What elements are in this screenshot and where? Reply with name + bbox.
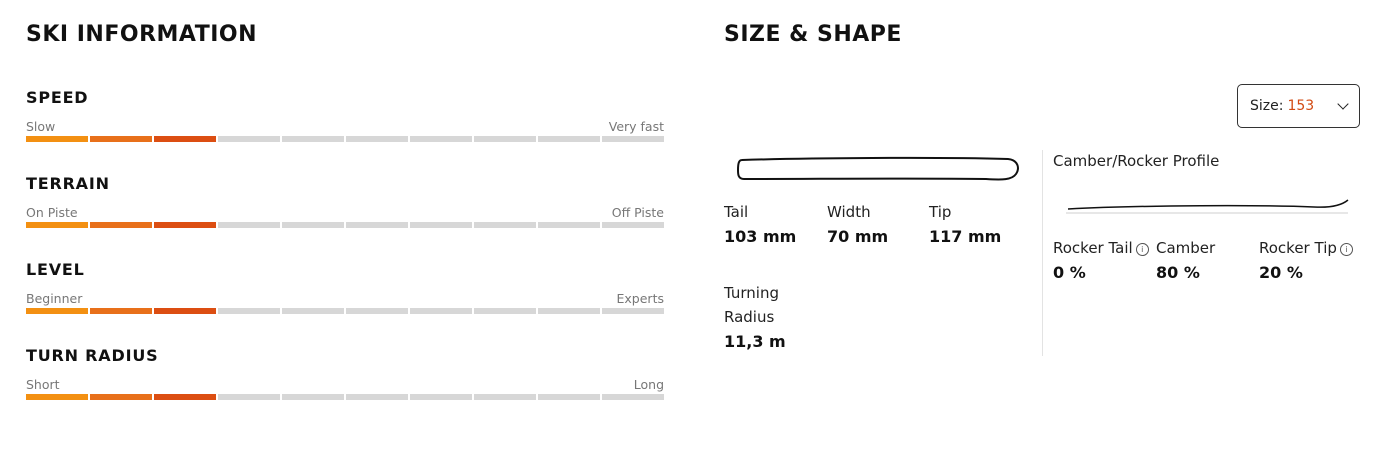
rocker-tail-label: Rocker Tail	[1053, 239, 1133, 257]
metric-turn-radius: TURN RADIUS Short Long	[26, 346, 664, 400]
width-label: Width	[827, 203, 871, 221]
rating-segment-empty	[538, 136, 600, 142]
rating-segment-empty	[410, 222, 472, 228]
camber-spec: Camber 80 %	[1156, 236, 1215, 286]
rating-bar	[26, 136, 664, 142]
rocker-tail-value: 0 %	[1053, 263, 1086, 282]
width-value: 70 mm	[827, 227, 889, 246]
width-spec: Width 70 mm	[827, 200, 888, 250]
rating-segment-empty	[538, 308, 600, 314]
rating-segment-filled	[154, 222, 216, 228]
scale-high-label: Experts	[616, 291, 664, 306]
camber-label: Camber	[1156, 239, 1216, 257]
rating-segment-empty	[410, 136, 472, 142]
rating-segment-empty	[346, 136, 408, 142]
metric-title: TURN RADIUS	[26, 346, 159, 365]
turning-radius-label-line2: Radius	[724, 308, 775, 326]
profile-title: Camber/Rocker Profile	[1053, 152, 1220, 170]
rating-segment-filled	[90, 394, 152, 400]
rating-segment-empty	[474, 394, 536, 400]
rocker-tail-spec: Rocker Tail i 0 %	[1053, 236, 1149, 286]
scale-low-label: Beginner	[26, 291, 83, 306]
size-shape-section: SIZE & SHAPE Size: 153 Tail 103 mm Width…	[724, 0, 1364, 471]
metric-title: LEVEL	[26, 260, 85, 279]
rating-bar	[26, 222, 664, 228]
metric-level: LEVEL Beginner Experts	[26, 260, 664, 314]
tip-label: Tip	[929, 203, 952, 221]
rating-segment-filled	[154, 394, 216, 400]
scale-low-label: On Piste	[26, 205, 78, 220]
rating-segment-empty	[538, 222, 600, 228]
size-select[interactable]: Size: 153	[1237, 84, 1360, 128]
rating-segment-filled	[90, 308, 152, 314]
rating-segment-filled	[26, 222, 88, 228]
rating-segment-empty	[602, 394, 664, 400]
rating-segment-empty	[538, 394, 600, 400]
scale-low-label: Short	[26, 377, 60, 392]
chevron-down-icon	[1337, 98, 1349, 110]
divider	[1042, 150, 1043, 356]
turning-radius-label-line1: Turning	[724, 284, 779, 302]
rating-bar	[26, 394, 664, 400]
turning-radius-value: 11,3 m	[724, 332, 786, 351]
rating-segment-filled	[90, 222, 152, 228]
rocker-tip-label: Rocker Tip	[1259, 239, 1337, 257]
size-value: 153	[1287, 98, 1315, 114]
camber-value: 80 %	[1156, 263, 1200, 282]
scale-high-label: Long	[633, 377, 664, 392]
info-icon[interactable]: i	[1339, 243, 1353, 256]
rating-segment-filled	[26, 308, 88, 314]
rating-bar	[26, 308, 664, 314]
rocker-tip-value: 20 %	[1259, 263, 1303, 282]
ski-information-heading: SKI INFORMATION	[26, 22, 258, 47]
turning-radius-spec: Turning Radius 11,3 m	[724, 281, 786, 355]
scale-low-label: Slow	[26, 119, 56, 134]
metric-speed: SPEED Slow Very fast	[26, 88, 664, 142]
rating-segment-empty	[346, 308, 408, 314]
rating-segment-empty	[218, 308, 280, 314]
rating-segment-filled	[154, 136, 216, 142]
ski-shape-outline-icon	[736, 156, 1019, 181]
metric-title: TERRAIN	[26, 174, 110, 193]
rating-segment-filled	[154, 308, 216, 314]
metric-title: SPEED	[26, 88, 89, 107]
rating-segment-empty	[218, 222, 280, 228]
rating-segment-empty	[474, 222, 536, 228]
rating-segment-empty	[602, 222, 664, 228]
rating-segment-filled	[90, 136, 152, 142]
rating-segment-empty	[602, 136, 664, 142]
rating-segment-empty	[218, 136, 280, 142]
info-icon[interactable]: i	[1135, 243, 1149, 256]
rating-segment-empty	[282, 394, 344, 400]
rating-segment-empty	[474, 308, 536, 314]
rating-segment-empty	[474, 136, 536, 142]
tail-value: 103 mm	[724, 227, 797, 246]
rating-segment-empty	[282, 308, 344, 314]
rating-segment-empty	[346, 394, 408, 400]
rocker-tip-spec: Rocker Tip i 20 %	[1259, 236, 1353, 286]
tail-label: Tail	[724, 203, 749, 221]
rating-segment-empty	[410, 394, 472, 400]
rating-segment-filled	[26, 136, 88, 142]
size-shape-heading: SIZE & SHAPE	[724, 22, 902, 47]
scale-high-label: Off Piste	[611, 205, 664, 220]
tail-spec: Tail 103 mm	[724, 200, 796, 250]
scale-high-label: Very fast	[608, 119, 664, 134]
rating-segment-empty	[282, 222, 344, 228]
rating-segment-empty	[218, 394, 280, 400]
rating-segment-filled	[26, 394, 88, 400]
metric-terrain: TERRAIN On Piste Off Piste	[26, 174, 664, 228]
rating-segment-empty	[602, 308, 664, 314]
rating-segment-empty	[282, 136, 344, 142]
camber-rocker-profile-graphic	[1066, 199, 1349, 214]
rating-segment-empty	[410, 308, 472, 314]
tip-value: 117 mm	[929, 227, 1002, 246]
size-label: Size:	[1250, 98, 1284, 114]
rating-segment-empty	[346, 222, 408, 228]
tip-spec: Tip 117 mm	[929, 200, 1001, 250]
